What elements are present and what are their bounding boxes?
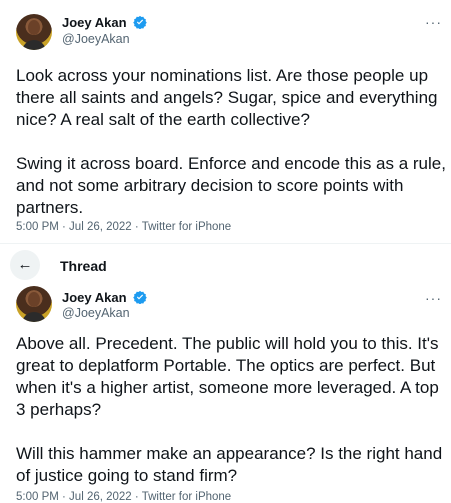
verified-badge-icon (133, 15, 147, 29)
author-name[interactable]: Joey Akan (62, 290, 127, 305)
tweet-text: Look across your nominations list. Are t… (16, 66, 446, 217)
tweet-timestamp[interactable]: 5:00 PM · Jul 26, 2022 · Twitter for iPh… (16, 491, 231, 503)
divider (0, 243, 451, 244)
author-name-row: Joey Akan (62, 14, 147, 32)
avatar[interactable] (16, 14, 52, 50)
arrow-left-icon: ← (17, 256, 33, 273)
avatar[interactable] (16, 286, 52, 322)
more-options-icon[interactable]: ··· (425, 14, 442, 30)
tweet-timestamp[interactable]: 5:00 PM · Jul 26, 2022 · Twitter for iPh… (16, 221, 231, 233)
author-name-row: Joey Akan (62, 289, 147, 307)
author-handle[interactable]: @JoeyAkan (62, 32, 130, 46)
more-options-icon[interactable]: ··· (425, 290, 442, 306)
author-name[interactable]: Joey Akan (62, 15, 127, 30)
verified-badge-icon (133, 290, 147, 304)
back-button[interactable]: ← (10, 250, 40, 280)
thread-title: Thread (60, 258, 107, 274)
author-handle[interactable]: @JoeyAkan (62, 306, 130, 320)
tweet-text: Above all. Precedent. The public will ho… (16, 334, 443, 485)
